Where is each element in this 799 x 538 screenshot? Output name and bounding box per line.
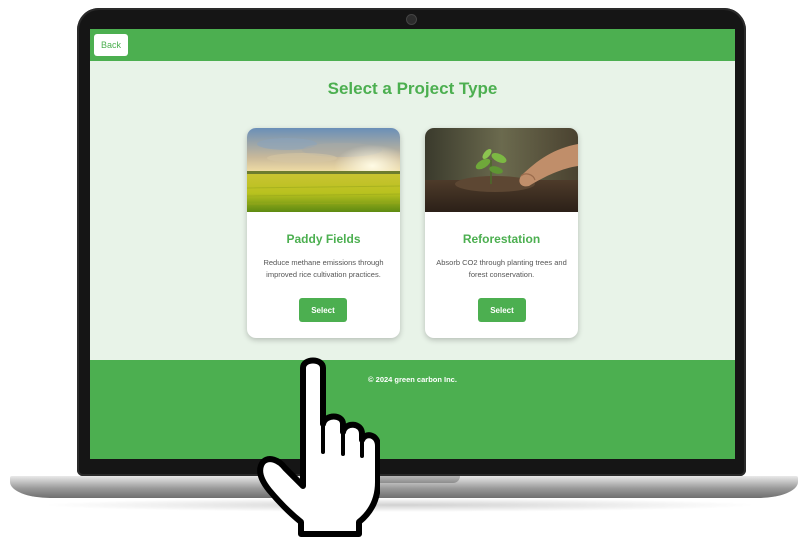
select-paddy-fields-button[interactable]: Select [299,298,347,322]
tree-planting-photo [425,128,578,212]
project-card-paddy-fields: Paddy Fields Reduce methane emissions th… [247,128,400,338]
webcam-icon [406,14,417,25]
top-bar: Back [90,29,735,61]
pointing-hand-icon [257,357,380,537]
card-description: Reduce methane emissions through improve… [263,258,384,279]
footer: © 2024 green carbon Inc. [90,360,735,459]
card-title: Reforestation [462,232,541,246]
rice-field-photo [247,128,400,212]
laptop-shadow [40,498,760,512]
laptop-screen: Back Select a Project Type Paddy Fields … [90,29,735,459]
select-reforestation-button[interactable]: Select [478,298,526,322]
project-card-reforestation: Reforestation Absorb CO2 through plantin… [425,128,578,338]
page-title: Select a Project Type [327,79,498,98]
back-button[interactable]: Back [94,34,128,56]
footer-copyright: © 2024 green carbon Inc. [368,375,457,384]
card-description: Absorb CO2 through planting trees and fo… [436,258,567,279]
card-title: Paddy Fields [286,232,361,246]
